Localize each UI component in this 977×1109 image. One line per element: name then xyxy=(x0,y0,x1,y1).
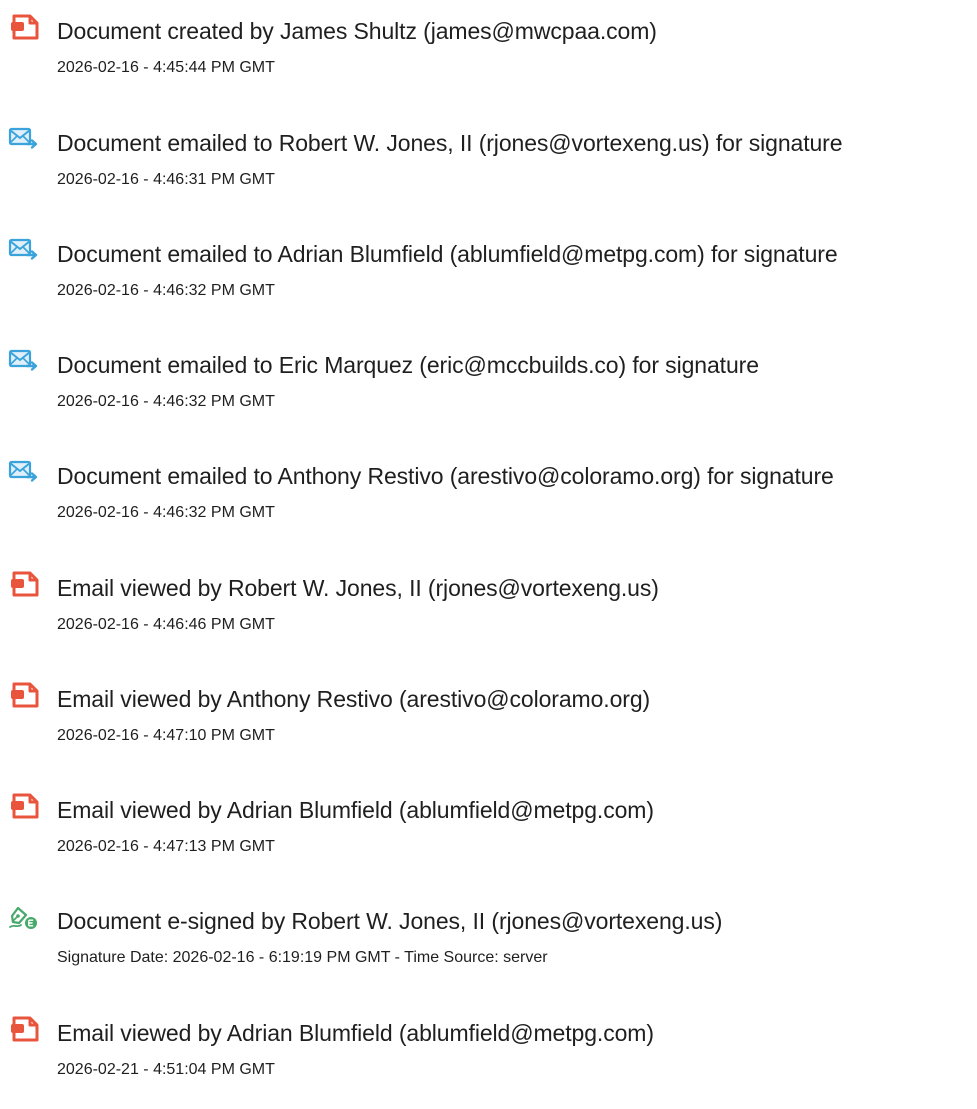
event-title: Document emailed to Robert W. Jones, II … xyxy=(57,130,843,156)
event-timestamp: 2026-02-16 - 4:46:32 PM GMT xyxy=(57,282,275,299)
event-timestamp: 2026-02-16 - 4:46:32 PM GMT xyxy=(57,504,275,521)
document-icon xyxy=(8,571,42,597)
event-timestamp: 2026-02-16 - 4:45:44 PM GMT xyxy=(57,59,275,76)
audit-event: Email viewed by Anthony Restivo (arestiv… xyxy=(0,676,977,756)
event-title: Email viewed by Adrian Blumfield (ablumf… xyxy=(57,797,654,823)
event-timestamp: Signature Date: 2026-02-16 - 6:19:19 PM … xyxy=(57,949,548,966)
event-timestamp: 2026-02-16 - 4:46:31 PM GMT xyxy=(57,171,275,188)
audit-event: Email viewed by Robert W. Jones, II (rjo… xyxy=(0,565,977,645)
event-title: Document e-signed by Robert W. Jones, II… xyxy=(57,908,723,934)
document-icon xyxy=(8,1016,42,1042)
event-timestamp: 2026-02-21 - 4:51:04 PM GMT xyxy=(57,1061,275,1078)
email-sent-icon xyxy=(8,459,42,485)
event-timestamp: 2026-02-16 - 4:46:46 PM GMT xyxy=(57,616,275,633)
audit-event: Document emailed to Anthony Restivo (are… xyxy=(0,453,977,533)
event-timestamp: 2026-02-16 - 4:47:10 PM GMT xyxy=(57,727,275,744)
audit-event: Document created by James Shultz (james@… xyxy=(0,8,977,88)
event-title: Email viewed by Adrian Blumfield (ablumf… xyxy=(57,1020,654,1046)
event-title: Document emailed to Anthony Restivo (are… xyxy=(57,463,834,489)
event-title: Email viewed by Robert W. Jones, II (rjo… xyxy=(57,575,659,601)
audit-event: Document emailed to Eric Marquez (eric@m… xyxy=(0,342,977,422)
audit-event: Document emailed to Adrian Blumfield (ab… xyxy=(0,231,977,311)
event-title: Document emailed to Eric Marquez (eric@m… xyxy=(57,352,759,378)
email-sent-icon xyxy=(8,348,42,374)
event-timestamp: 2026-02-16 - 4:46:32 PM GMT xyxy=(57,393,275,410)
audit-event: Document e-signed by Robert W. Jones, II… xyxy=(0,898,977,978)
audit-event: Document emailed to Robert W. Jones, II … xyxy=(0,120,977,200)
email-sent-icon xyxy=(8,237,42,263)
email-sent-icon xyxy=(8,126,42,152)
e-signature-icon xyxy=(8,904,42,930)
event-timestamp: 2026-02-16 - 4:47:13 PM GMT xyxy=(57,838,275,855)
document-icon xyxy=(8,14,42,40)
audit-event: Email viewed by Adrian Blumfield (ablumf… xyxy=(0,1010,977,1090)
audit-event: Email viewed by Adrian Blumfield (ablumf… xyxy=(0,787,977,867)
event-title: Email viewed by Anthony Restivo (arestiv… xyxy=(57,686,651,712)
event-title: Document created by James Shultz (james@… xyxy=(57,18,657,44)
event-title: Document emailed to Adrian Blumfield (ab… xyxy=(57,241,838,267)
document-icon xyxy=(8,682,42,708)
document-icon xyxy=(8,793,42,819)
